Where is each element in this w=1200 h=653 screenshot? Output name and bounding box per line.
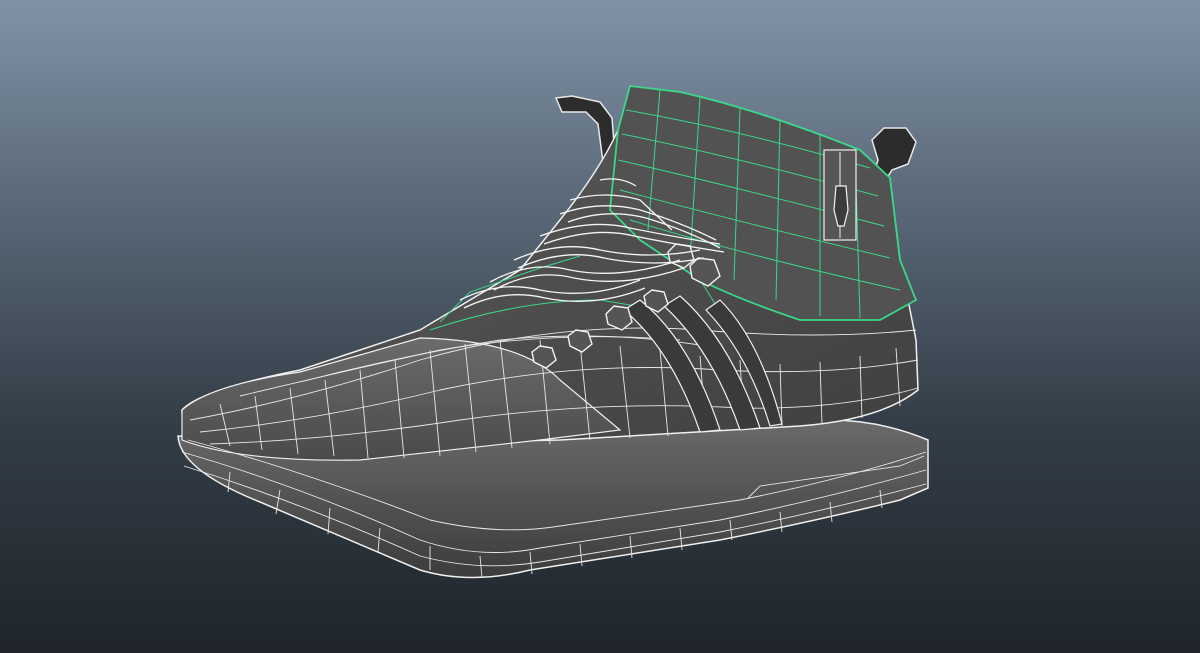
shoe-model[interactable]: [0, 0, 1200, 653]
3d-viewport[interactable]: [0, 0, 1200, 653]
heel-zipper[interactable]: [823, 149, 857, 241]
zipper-pull-icon[interactable]: [833, 185, 849, 227]
